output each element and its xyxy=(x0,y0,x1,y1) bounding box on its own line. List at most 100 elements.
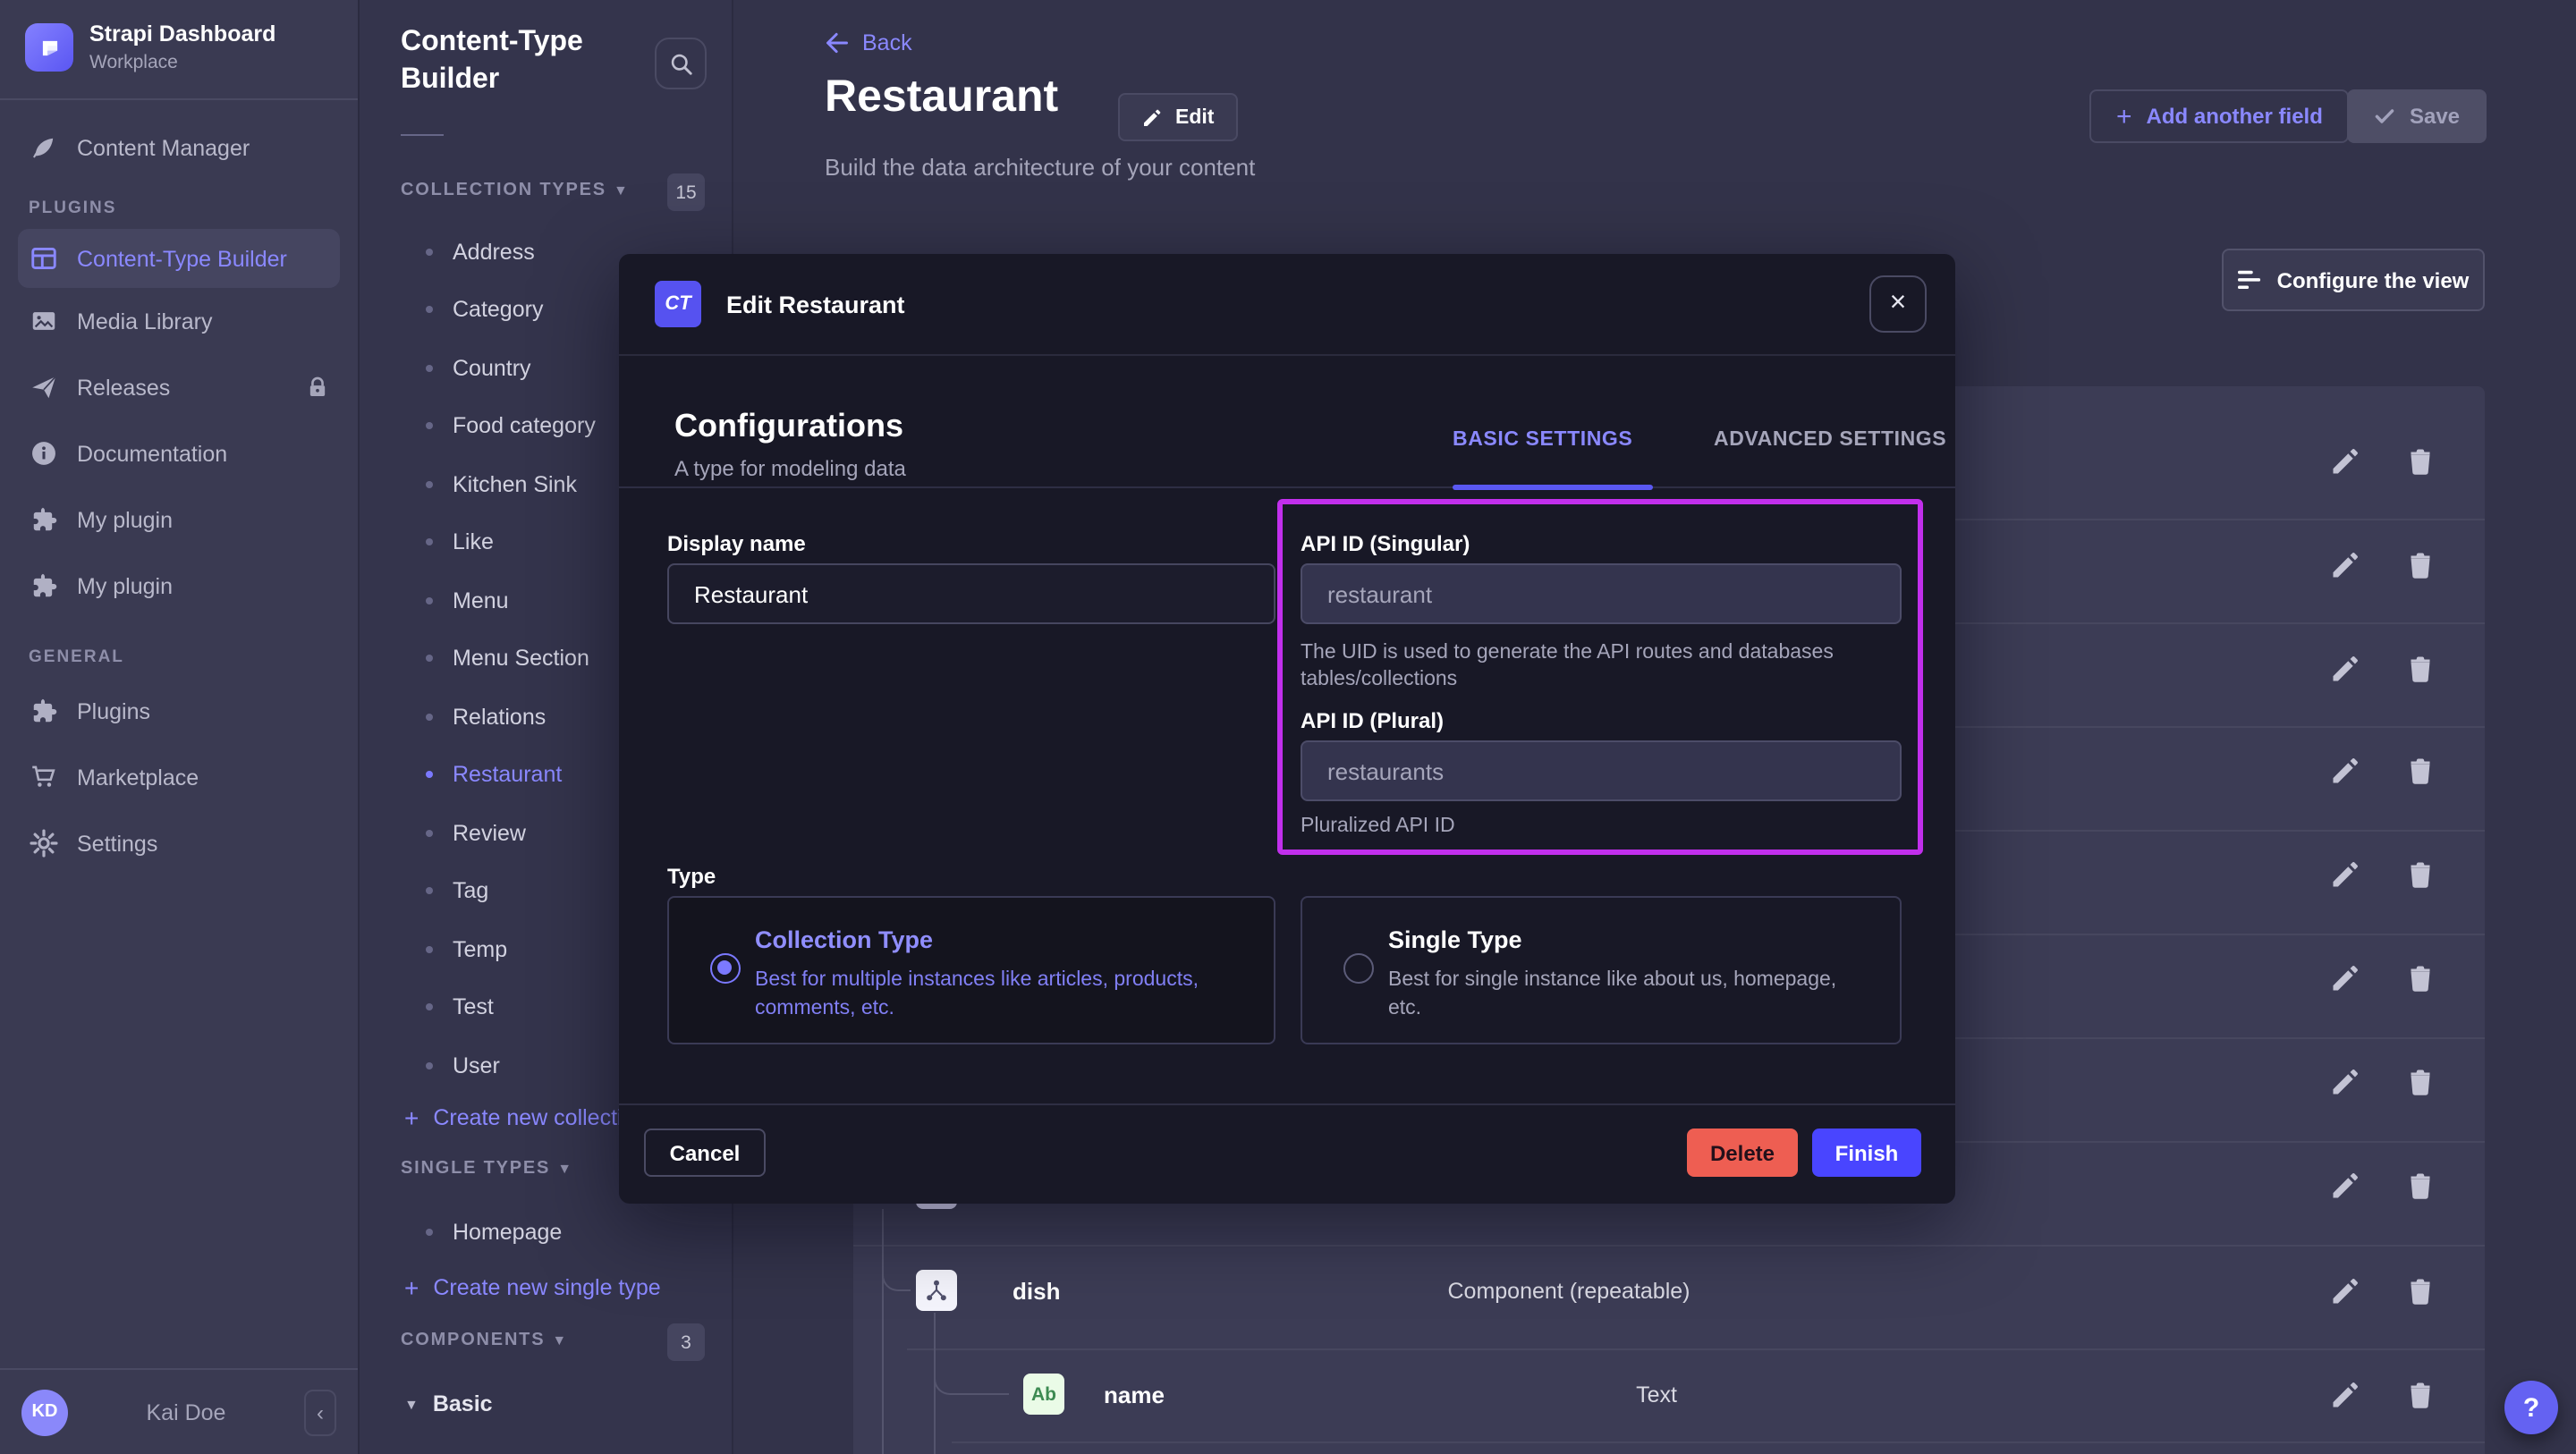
collection-item-kitchen-sink[interactable]: Kitchen Sink xyxy=(426,472,577,497)
field-name: name xyxy=(1104,1382,1165,1408)
sidebar-item-content-manager[interactable]: Content Manager xyxy=(0,114,358,181)
workspace-switcher[interactable]: Strapi Dashboard Workplace xyxy=(0,0,358,98)
collection-item-like[interactable]: Like xyxy=(426,529,494,554)
tabs-divider xyxy=(619,486,1955,488)
component-icon xyxy=(923,1277,950,1304)
collection-item-test[interactable]: Test xyxy=(426,994,494,1019)
sidebar-item-my-plugin-2[interactable]: My plugin xyxy=(0,553,358,619)
sidebar-collapse-button[interactable]: ‹ xyxy=(304,1389,336,1435)
collection-item-country[interactable]: Country xyxy=(426,356,531,381)
collection-item-menu[interactable]: Menu xyxy=(426,588,509,613)
sidebar-item-label: Documentation xyxy=(77,441,227,466)
delete-field-button[interactable] xyxy=(2404,653,2436,685)
edit-field-button[interactable] xyxy=(2329,1066,2361,1098)
row-divider xyxy=(952,1441,2485,1443)
delete-field-button[interactable] xyxy=(2404,549,2436,581)
collection-item-address[interactable]: Address xyxy=(426,240,535,265)
trash-icon xyxy=(2404,755,2436,787)
edit-field-button[interactable] xyxy=(2329,549,2361,581)
delete-field-button[interactable] xyxy=(2404,755,2436,787)
sidebar-item-documentation[interactable]: Documentation xyxy=(0,420,358,486)
single-type-card[interactable]: Single Type Best for single instance lik… xyxy=(1301,896,1902,1044)
radio-selected-icon[interactable] xyxy=(710,953,741,984)
edit-field-button[interactable] xyxy=(2329,858,2361,891)
collection-item-user[interactable]: User xyxy=(426,1053,500,1078)
collection-item-food-category[interactable]: Food category xyxy=(426,413,596,438)
trash-icon xyxy=(2404,1379,2436,1411)
edit-field-button[interactable] xyxy=(2329,1170,2361,1202)
close-button[interactable]: × xyxy=(1869,275,1927,333)
delete-field-button[interactable] xyxy=(2404,858,2436,891)
create-single-type-link[interactable]: +Create new single type xyxy=(404,1275,661,1300)
check-icon xyxy=(2374,106,2395,127)
delete-field-button[interactable] xyxy=(2404,1066,2436,1098)
delete-field-button[interactable] xyxy=(2404,445,2436,478)
finish-button[interactable]: Finish xyxy=(1812,1129,1921,1177)
collection-item-restaurant[interactable]: Restaurant xyxy=(426,762,562,787)
collection-item-menu-section[interactable]: Menu Section xyxy=(426,646,589,671)
delete-field-button[interactable] xyxy=(2404,1275,2436,1307)
lock-icon xyxy=(306,376,329,399)
user-footer: KD Kai Doe ‹ xyxy=(0,1368,358,1454)
type-label: Type xyxy=(667,864,716,889)
pencil-icon xyxy=(2329,1275,2361,1307)
components-header[interactable]: COMPONENTS▼ xyxy=(401,1331,568,1350)
sidebar-item-settings[interactable]: Settings xyxy=(0,810,358,876)
collection-type-card[interactable]: Collection Type Best for multiple instan… xyxy=(667,896,1275,1044)
sidebar-item-content-type-builder[interactable]: Content-Type Builder xyxy=(18,229,340,288)
api-id-plural-input[interactable]: restaurants xyxy=(1301,740,1902,801)
delete-field-button[interactable] xyxy=(2404,962,2436,994)
delete-button[interactable]: Delete xyxy=(1687,1129,1798,1177)
single-type-title: Single Type xyxy=(1388,926,1522,953)
save-button[interactable]: Save xyxy=(2347,89,2487,143)
sidebar-item-media-library[interactable]: Media Library xyxy=(0,288,358,354)
edit-field-button[interactable] xyxy=(2329,653,2361,685)
trash-icon xyxy=(2404,1170,2436,1202)
field-name: dish xyxy=(1013,1278,1060,1305)
edit-field-button[interactable] xyxy=(2329,1275,2361,1307)
single-item-homepage[interactable]: Homepage xyxy=(426,1220,562,1245)
display-name-label: Display name xyxy=(667,531,806,556)
radio-unselected-icon[interactable] xyxy=(1343,953,1374,984)
avatar[interactable]: KD xyxy=(21,1389,68,1435)
page-subtitle: Build the data architecture of your cont… xyxy=(825,154,1255,181)
pencil-icon xyxy=(2329,1379,2361,1411)
edit-field-button[interactable] xyxy=(2329,445,2361,478)
edit-field-button[interactable] xyxy=(2329,1379,2361,1411)
collection-item-review[interactable]: Review xyxy=(426,821,526,846)
tab-basic-settings[interactable]: BASIC SETTINGS xyxy=(1453,429,1632,451)
delete-field-button[interactable] xyxy=(2404,1379,2436,1411)
workspace-name: Workplace xyxy=(89,52,275,73)
help-button[interactable]: ? xyxy=(2504,1381,2558,1434)
pencil-icon xyxy=(2329,755,2361,787)
delete-field-button[interactable] xyxy=(2404,1170,2436,1202)
add-another-field-button[interactable]: + Add another field xyxy=(2089,89,2350,143)
edit-field-button[interactable] xyxy=(2329,755,2361,787)
trash-icon xyxy=(2404,1066,2436,1098)
api-id-singular-input[interactable]: restaurant xyxy=(1301,563,1902,624)
single-types-header[interactable]: SINGLE TYPES▼ xyxy=(401,1159,573,1179)
edit-field-button[interactable] xyxy=(2329,962,2361,994)
pencil-icon xyxy=(2329,1170,2361,1202)
collection-types-header[interactable]: COLLECTION TYPES▼ xyxy=(401,181,630,200)
sidebar-item-marketplace[interactable]: Marketplace xyxy=(0,744,358,810)
cancel-button[interactable]: Cancel xyxy=(644,1129,766,1177)
edit-button[interactable]: Edit xyxy=(1118,93,1237,141)
back-link[interactable]: Back xyxy=(825,30,912,55)
collection-item-tag[interactable]: Tag xyxy=(426,878,488,903)
component-category-basic[interactable]: ▼Basic xyxy=(404,1391,493,1416)
display-name-input[interactable]: Restaurant xyxy=(667,563,1275,624)
sidebar-item-releases[interactable]: Releases xyxy=(0,354,358,420)
gear-icon xyxy=(29,828,59,858)
row-divider xyxy=(853,1245,2485,1247)
collection-item-category[interactable]: Category xyxy=(426,297,543,322)
search-button[interactable] xyxy=(655,38,707,89)
sidebar-item-my-plugin-1[interactable]: My plugin xyxy=(0,486,358,553)
sidebar-item-plugins[interactable]: Plugins xyxy=(0,678,358,744)
configure-the-view-button[interactable]: Configure the view xyxy=(2222,249,2485,311)
row-actions xyxy=(2329,858,2436,891)
collection-item-temp[interactable]: Temp xyxy=(426,937,507,962)
collection-item-relations[interactable]: Relations xyxy=(426,705,546,730)
tab-advanced-settings[interactable]: ADVANCED SETTINGS xyxy=(1714,429,1946,451)
component-field-icon xyxy=(916,1270,957,1311)
